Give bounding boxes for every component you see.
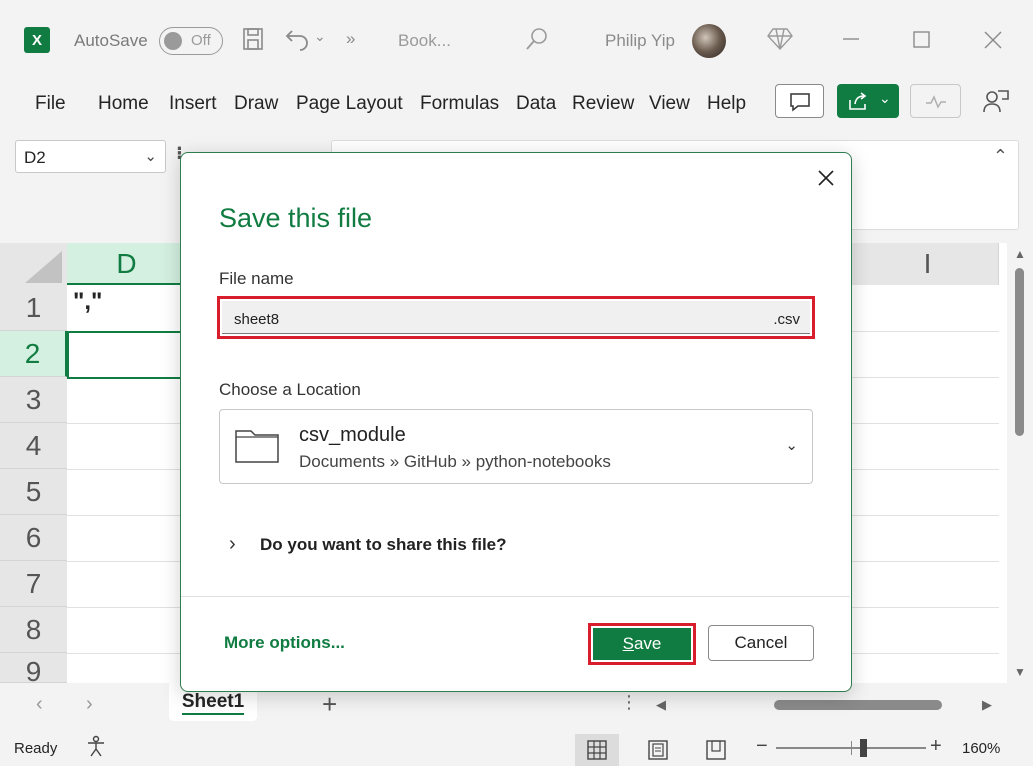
next-sheet-icon[interactable]: › [86,693,93,716]
tab-data[interactable]: Data [516,93,556,115]
name-box-value: D2 [24,148,46,167]
zoom-level[interactable]: 160% [962,740,1000,757]
activity-button[interactable] [910,84,961,118]
vertical-scrollbar[interactable]: ▲ ▼ [1007,243,1033,683]
close-window-icon[interactable] [984,31,1002,55]
location-path: Documents » GitHub » python-notebooks [299,452,611,471]
search-icon[interactable] [525,26,549,58]
autosave-label: AutoSave [74,31,148,50]
file-name-label: File name [219,269,294,288]
file-name-value: sheet8 [234,311,280,328]
row-header-2[interactable]: 2 [0,331,67,377]
row-header-1[interactable]: 1 [0,285,67,331]
chevron-down-icon[interactable]: ⌄ [785,436,798,454]
tab-page-layout[interactable]: Page Layout [296,93,403,115]
normal-view-icon[interactable] [575,734,619,766]
status-ready: Ready [14,740,58,757]
page-layout-view-icon[interactable] [636,734,680,766]
column-header-d[interactable]: D [67,243,187,285]
excel-logo-icon: X [24,27,50,53]
cancel-button[interactable]: Cancel [708,625,814,661]
prev-sheet-icon[interactable]: ‹ [36,693,43,716]
row-header-6[interactable]: 6 [0,515,67,561]
selected-cell-d2[interactable] [67,331,187,379]
save-button[interactable]: Save [593,628,691,660]
tab-formulas[interactable]: Formulas [420,93,499,115]
tab-review[interactable]: Review [572,93,634,115]
tab-home[interactable]: Home [98,93,149,115]
folder-icon [235,427,279,463]
diamond-icon[interactable] [767,27,793,57]
toggle-knob [164,32,182,50]
maximize-icon[interactable] [913,31,931,55]
title-bar: X AutoSave Off ⌄ » Book... Philip Yip [0,0,1033,80]
sheet-tab-label: Sheet1 [181,691,245,715]
file-extension: .csv [773,311,800,328]
select-all-corner[interactable] [0,243,67,285]
vertical-scroll-thumb[interactable] [1015,268,1024,436]
location-name: csv_module [299,424,406,446]
collapse-formula-bar-icon[interactable]: ⌃ [993,146,1008,167]
save-button-label: ave [633,634,662,653]
row-header-4[interactable]: 4 [0,423,67,469]
tab-help[interactable]: Help [707,93,746,115]
scroll-up-icon[interactable]: ▲ [1014,247,1026,261]
user-name[interactable]: Philip Yip [605,31,675,51]
add-sheet-icon[interactable]: + [322,689,337,720]
undo-icon[interactable] [284,25,312,57]
tab-draw[interactable]: Draw [234,93,278,115]
comments-button[interactable] [775,84,824,118]
workbook-name[interactable]: Book... [398,31,451,51]
share-button[interactable]: ⌄ [837,84,899,118]
autosave-state: Off [191,32,211,49]
name-box[interactable]: D2 ⌄ [15,140,166,173]
location-dropdown[interactable]: csv_module Documents » GitHub » python-n… [219,409,813,484]
page-break-view-icon[interactable] [694,734,738,766]
column-header-i[interactable]: I [857,243,999,285]
save-icon[interactable] [242,27,264,57]
minimize-icon[interactable] [842,26,860,50]
accessibility-icon[interactable] [85,735,107,763]
tab-file[interactable]: File [35,93,66,115]
scroll-right-icon[interactable]: ▶ [982,697,992,713]
row-header-7[interactable]: 7 [0,561,67,607]
save-dialog: Save this file File name sheet8 .csv Cho… [180,152,852,692]
close-dialog-icon[interactable] [817,163,835,194]
horizontal-scrollbar[interactable]: ◀ ▶ [654,697,999,713]
zoom-in-icon[interactable]: + [930,735,942,758]
share-dropdown-icon: ⌄ [879,90,891,106]
zoom-out-icon[interactable]: − [756,735,768,758]
more-options-link[interactable]: More options... [224,633,345,653]
status-bar: Ready − + 160% [0,727,1033,766]
cell-d1[interactable]: "," [73,288,102,316]
undo-dropdown-icon[interactable]: ⌄ [314,28,326,45]
zoom-slider-thumb[interactable] [860,739,867,757]
scroll-down-icon[interactable]: ▼ [1014,665,1026,679]
chevron-right-icon[interactable]: › [229,533,236,556]
row-header-8[interactable]: 8 [0,607,67,653]
chevron-down-icon[interactable]: ⌄ [144,147,157,165]
row-header-9[interactable]: 9 [0,653,67,683]
share-prompt[interactable]: Do you want to share this file? [260,535,507,555]
save-button-accesskey: S [622,634,634,653]
dialog-divider [181,596,850,597]
scroll-left-icon[interactable]: ◀ [656,697,666,713]
save-button-highlight: Save [588,623,696,665]
more-sheets-icon[interactable]: ⋮ [620,692,638,713]
file-name-input[interactable]: sheet8 .csv [222,301,810,334]
file-name-highlight: sheet8 .csv [217,296,815,339]
more-commands-icon[interactable]: » [346,29,355,49]
tab-view[interactable]: View [649,93,690,115]
horizontal-scroll-thumb[interactable] [774,700,942,710]
dialog-title: Save this file [219,203,373,233]
autosave-toggle[interactable]: Off [159,27,223,55]
tab-insert[interactable]: Insert [169,93,217,115]
present-icon[interactable] [983,88,1009,120]
row-header-5[interactable]: 5 [0,469,67,515]
location-label: Choose a Location [219,380,361,399]
row-header-3[interactable]: 3 [0,377,67,423]
avatar[interactable] [692,24,726,58]
